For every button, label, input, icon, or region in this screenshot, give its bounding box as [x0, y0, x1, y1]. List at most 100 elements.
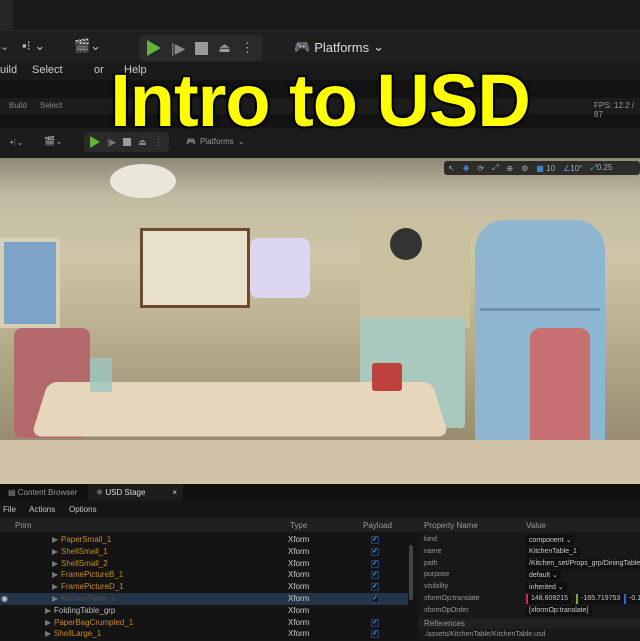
expand-arrow-icon[interactable]: ▶ — [52, 582, 58, 591]
window-tab[interactable] — [0, 0, 13, 30]
table-row[interactable]: ▶ ShellSmall_1 Xform ✓ — [0, 546, 408, 558]
prim-type: Xform — [288, 594, 310, 603]
step-icon[interactable]: |▶ — [171, 40, 185, 57]
tab-label: USD Stage — [105, 488, 146, 497]
play-icon[interactable] — [147, 40, 161, 56]
table-row[interactable]: ▶ ShellLarge_1 Xform ✓ — [0, 628, 408, 640]
panel-tabs: ▤ Content Browser ⚛ USD Stage × — [0, 484, 640, 501]
property-value[interactable]: /Kitchen_set/Props_grp/DiningTable_ — [526, 558, 640, 569]
table-row[interactable]: ▶ ShellSmall_2 Xform ✓ — [0, 558, 408, 570]
column-payload[interactable]: Payload — [363, 521, 392, 530]
prim-name: KitchenTable_1 — [61, 594, 116, 603]
prim-name: FramePictureB_1 — [61, 570, 124, 580]
expand-arrow-icon[interactable]: ▶ — [52, 535, 58, 544]
scale-icon[interactable]: ⤢ — [492, 163, 498, 173]
viewport[interactable]: ↖ ✥ ⟳ ⤢ ⊕ ⚙ ▦ 10 ∠10° ⤢0.25 — [0, 158, 640, 484]
chevron-down-icon[interactable]: ⌄ — [0, 40, 9, 53]
title-bar — [0, 0, 640, 30]
angle-snap[interactable]: ∠10° — [563, 164, 582, 173]
table-row[interactable]: ◉ ▶ KitchenTable_1 Xform ✓ — [0, 593, 408, 605]
translate-icon[interactable]: ✥ — [463, 164, 470, 173]
expand-arrow-icon[interactable]: ▶ — [45, 629, 51, 638]
prim-name: ShellSmall_2 — [61, 558, 108, 568]
payload-checkbox[interactable]: ✓ — [371, 571, 379, 580]
upper-cabinet — [140, 228, 250, 308]
viewport-toolbar: ↖ ✥ ⟳ ⤢ ⊕ ⚙ ▦ 10 ∠10° ⤢0.25 — [444, 161, 640, 175]
payload-checkbox[interactable]: ✓ — [371, 630, 379, 639]
property-row: kind component ⌄ — [418, 534, 640, 546]
prim-type: Xform — [288, 605, 310, 615]
expand-arrow-icon[interactable]: ▶ — [52, 570, 58, 579]
usd-icon: ⚛ — [96, 488, 106, 497]
property-value[interactable]: component ⌄ — [526, 535, 575, 545]
menu-options[interactable]: Options — [69, 505, 97, 514]
table-row[interactable]: ▶ FramePictureB_1 Xform ✓ — [0, 569, 408, 581]
eye-icon[interactable]: ◉ — [1, 594, 8, 603]
surface-snap-icon[interactable]: ⚙ — [521, 164, 528, 173]
expand-arrow-icon[interactable]: ▶ — [45, 618, 51, 627]
payload-checkbox[interactable]: ✓ — [371, 595, 379, 603]
pan — [390, 228, 422, 260]
property-value[interactable]: [xformOp:translate] — [526, 605, 592, 616]
property-row: visibility inherited ⌄ — [418, 581, 640, 593]
column-prim[interactable]: Prim — [15, 521, 31, 530]
reference-path[interactable]: ./assets/KitchenTable/KitchenTable.usd — [424, 631, 545, 638]
more-icon[interactable]: ⋮ — [241, 40, 254, 56]
angle-value: 10° — [570, 163, 583, 173]
expand-arrow-icon[interactable]: ▶ — [45, 606, 51, 615]
prim-type: Xform — [288, 558, 310, 568]
menu-file[interactable]: File — [3, 505, 16, 514]
ceiling-lamp — [110, 164, 176, 198]
translate-y[interactable]: -165.719753 — [576, 594, 624, 604]
world-icon[interactable]: ⊕ — [507, 164, 514, 173]
payload-checkbox[interactable]: ✓ — [371, 559, 379, 568]
table-row[interactable]: ▶ PaperSmall_1 Xform ✓ — [0, 534, 408, 546]
payload-checkbox[interactable]: ✓ — [371, 547, 379, 556]
expand-arrow-icon[interactable]: ▶ — [52, 547, 58, 556]
expand-arrow-icon[interactable]: ▶ — [52, 559, 58, 568]
payload-checkbox[interactable]: ✓ — [371, 583, 379, 592]
expand-arrow-icon[interactable]: ▶ — [52, 594, 58, 603]
prim-tree: ▶ PaperSmall_1 Xform ✓ ▶ ShellSmall_1 Xform ✓ ▶ S… — [0, 532, 418, 640]
select-icon[interactable]: ↖ — [448, 164, 455, 173]
scrollbar[interactable] — [409, 545, 413, 600]
platforms-button[interactable]: 🎮 Platforms ⌄ — [294, 39, 384, 55]
prim-name: PaperBagCrumpled_1 — [54, 617, 134, 627]
tab-label: Content Browser — [17, 488, 78, 497]
property-value[interactable]: inherited ⌄ — [526, 582, 567, 593]
blueprint-icon[interactable]: ▪⁝ ⌄ — [22, 38, 45, 54]
property-value[interactable]: KitchenTable_1 — [526, 546, 580, 557]
column-type[interactable]: Type — [290, 521, 307, 530]
property-name: kind — [424, 536, 437, 543]
menu-actions[interactable]: Actions — [29, 505, 55, 514]
floor — [0, 440, 640, 484]
table-row[interactable]: ▶ FramePictureD_1 Xform ✓ — [0, 581, 408, 593]
property-value[interactable]: default ⌄ — [526, 570, 561, 581]
tab-usd-stage[interactable]: ⚛ USD Stage × — [88, 484, 183, 501]
prim-type: Xform — [288, 546, 310, 556]
payload-checkbox[interactable]: ✓ — [371, 536, 379, 544]
eject-icon[interactable]: ⏏ — [218, 40, 230, 56]
table-row[interactable]: ▶ FoldingTable_grp Xform — [0, 605, 408, 617]
scale-snap[interactable]: ⤢0.25 — [590, 163, 612, 173]
stop-icon[interactable] — [195, 41, 209, 55]
translate-z[interactable]: -0.14 — [624, 594, 640, 604]
usd-menu-bar: File Actions Options — [0, 501, 418, 518]
window — [0, 238, 60, 328]
payload-checkbox[interactable]: ✓ — [371, 618, 379, 627]
property-name: name — [424, 547, 442, 555]
translate-x[interactable]: 148.609215 — [526, 594, 571, 604]
prim-name: ShellLarge_1 — [54, 629, 102, 639]
table-row[interactable]: ▶ PaperBagCrumpled_1 Xform ✓ — [0, 617, 408, 629]
grid-snap[interactable]: ▦ 10 — [536, 164, 555, 173]
property-row: xformOp:translate 148.609215 -165.719753 -0… — [418, 593, 640, 605]
prim-name: ShellSmall_1 — [61, 546, 108, 556]
cinematics-icon[interactable]: 🎬⌄ — [74, 38, 101, 54]
tab-content-browser[interactable]: ▤ Content Browser — [0, 484, 85, 501]
close-icon[interactable]: × — [172, 488, 177, 497]
property-name: xformOpOrder — [424, 606, 469, 614]
rotate-icon[interactable]: ⟳ — [477, 164, 484, 173]
property-row: purpose default ⌄ — [418, 569, 640, 581]
prim-type: Xform — [288, 629, 310, 639]
property-name: path — [424, 559, 438, 567]
